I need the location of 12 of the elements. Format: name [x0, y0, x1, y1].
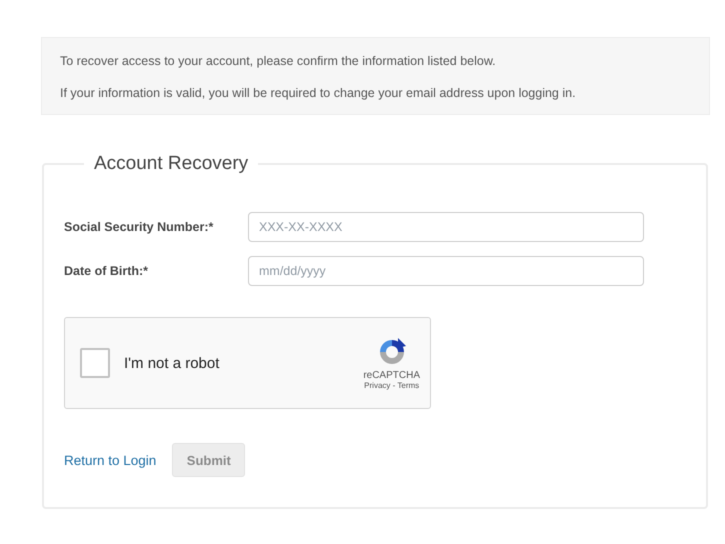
notice-text: If your information is valid, you will be required to change your email address upon logging in. [60, 85, 577, 102]
return-to-login-link[interactable]: Return to Login [64, 452, 156, 468]
notice-text: To recover access to your account, please confirm the information listed below. [60, 53, 497, 70]
captcha-links[interactable]: Privacy - Terms [364, 381, 420, 390]
field-label: Date of Birth:* [64, 264, 150, 278]
captcha-brand: reCAPTCHA [363, 370, 420, 381]
input-field[interactable]: XXX-XX-XXXX [248, 212, 644, 242]
field-label: Social Security Number:* [64, 220, 214, 234]
form-title: Account Recovery [93, 153, 250, 175]
input-field[interactable]: mm/dd/yyyy [248, 256, 644, 286]
captcha-label: I'm not a robot [124, 354, 220, 372]
captcha-checkbox[interactable] [80, 348, 110, 378]
